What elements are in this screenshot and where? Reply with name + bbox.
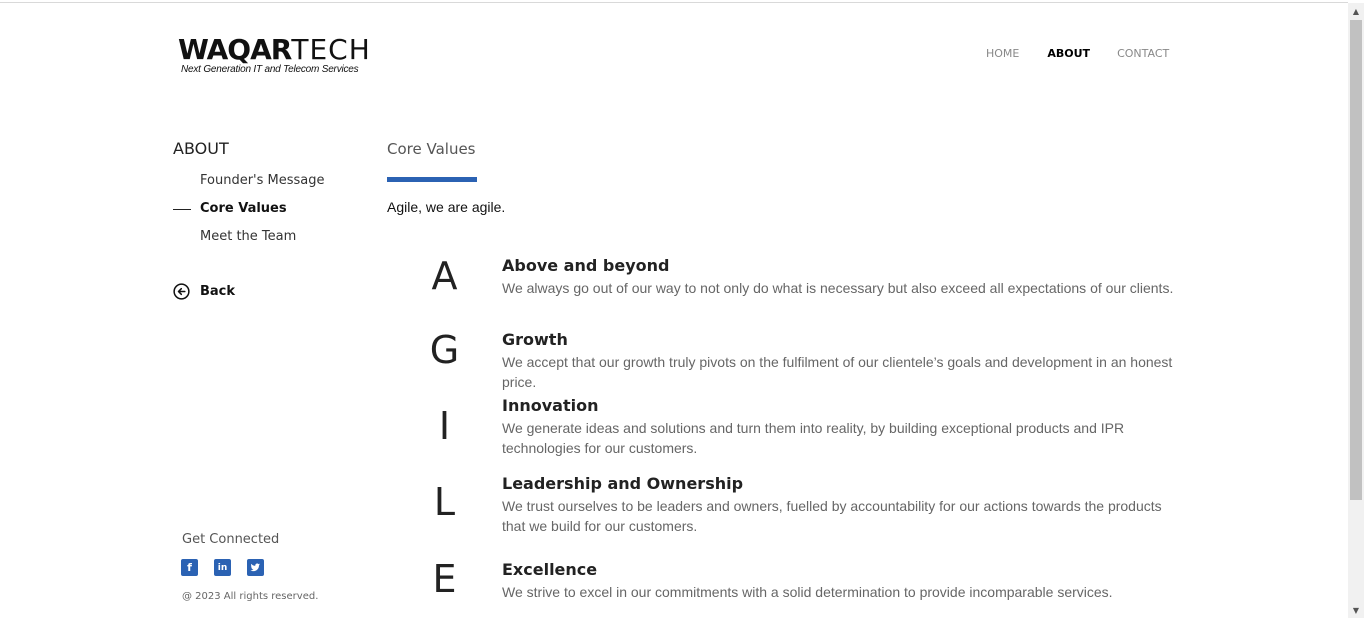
sidebar-item-label: Founder's Message — [200, 173, 325, 188]
logo-wordmark: WAQARTECH — [178, 33, 370, 66]
value-letter: L — [433, 480, 456, 524]
sidebar-item-label: Meet the Team — [200, 229, 297, 244]
page-title: Core Values — [387, 140, 476, 158]
value-letter: I — [438, 404, 451, 448]
page-scrollbar[interactable]: ▲ ▼ — [1348, 3, 1364, 618]
title-underline — [387, 177, 477, 182]
logo-tagline: Next Generation IT and Telecom Services — [181, 64, 359, 75]
sidebar-item-label: Core Values — [200, 201, 287, 216]
sidebar-title: ABOUT — [173, 139, 229, 158]
value-title: Leadership and Ownership — [502, 474, 744, 493]
facebook-icon[interactable]: f — [181, 559, 198, 576]
intro-text: Agile, we are agile. — [387, 199, 506, 215]
social-links: f in — [181, 559, 264, 576]
value-letter: A — [431, 254, 458, 298]
linkedin-icon[interactable]: in — [214, 559, 231, 576]
nav-home[interactable]: HOME — [986, 47, 1019, 60]
logo[interactable]: WAQARTECH Next Generation IT and Telecom… — [178, 33, 370, 76]
value-description: We strive to excel in our commitments wi… — [502, 584, 1113, 600]
value-title: Excellence — [502, 560, 598, 579]
value-letter: G — [429, 328, 460, 372]
value-title: Innovation — [502, 396, 599, 415]
logo-bold-text: WAQAR — [178, 33, 292, 66]
back-label: Back — [200, 284, 236, 299]
nav-about[interactable]: ABOUT — [1047, 47, 1090, 60]
scroll-up-arrow-icon[interactable]: ▲ — [1348, 3, 1364, 19]
twitter-bird-glyph — [250, 563, 261, 572]
value-description: We generate ideas and solutions and turn… — [502, 420, 1125, 456]
get-connected-label: Get Connected — [182, 532, 280, 547]
scrollbar-thumb[interactable] — [1350, 20, 1362, 500]
top-border — [0, 0, 1348, 3]
arrow-left-circle-icon — [173, 283, 190, 300]
sidebar-item-founders-message[interactable]: Founder's Message — [173, 172, 325, 200]
sidebar-menu: Founder's Message Core Values Meet the T… — [173, 172, 325, 256]
value-letter: E — [432, 557, 457, 601]
value-title: Growth — [502, 330, 568, 349]
main-nav: HOME ABOUT CONTACT — [986, 47, 1169, 60]
value-description: We trust ourselves to be leaders and own… — [502, 498, 1162, 534]
copyright: @ 2023 All rights reserved. — [182, 591, 319, 602]
value-description: We accept that our growth truly pivots o… — [502, 354, 1173, 390]
back-button[interactable]: Back — [173, 283, 235, 300]
scroll-down-arrow-icon[interactable]: ▼ — [1348, 602, 1364, 618]
nav-contact[interactable]: CONTACT — [1117, 47, 1169, 60]
logo-thin-text: TECH — [291, 33, 371, 66]
value-description: We always go out of our way to not only … — [502, 280, 1174, 296]
twitter-icon[interactable] — [247, 559, 264, 576]
sidebar-item-meet-the-team[interactable]: Meet the Team — [173, 228, 325, 256]
value-title: Above and beyond — [502, 256, 670, 275]
sidebar-item-core-values[interactable]: Core Values — [173, 200, 325, 228]
active-indicator — [173, 209, 191, 210]
